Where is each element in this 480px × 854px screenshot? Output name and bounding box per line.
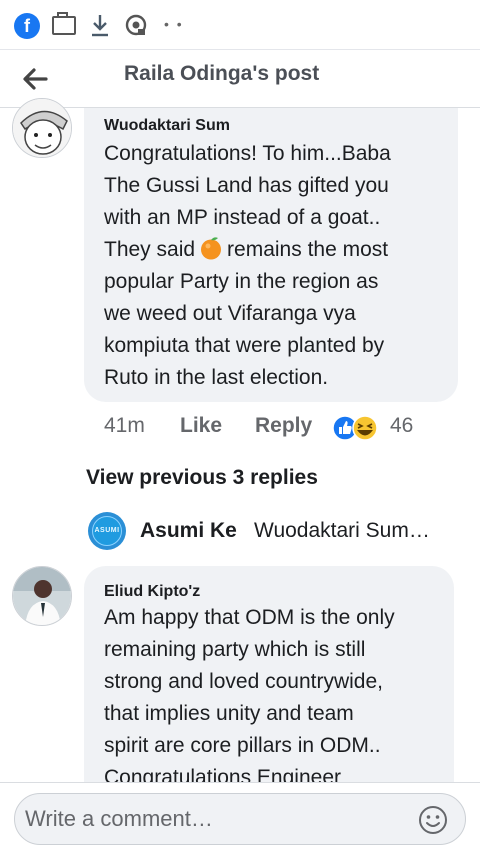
- reactions-summary[interactable]: [332, 415, 380, 441]
- reply-preview[interactable]: ASUMI Asumi Ke Wuodaktari Sum…: [88, 512, 468, 550]
- avatar[interactable]: [12, 98, 72, 158]
- emoji-picker-icon[interactable]: [417, 804, 449, 836]
- comment-text-fragment: remains the most: [227, 238, 389, 261]
- comment-composer: [14, 793, 466, 845]
- comment-text-line: They said remains the most: [104, 234, 388, 266]
- avatar-logo-text: ASUMI: [92, 516, 122, 546]
- comment-text-line: The Gussi Land has gifted you: [104, 174, 389, 197]
- comment-text-line: popular Party in the region as: [104, 270, 379, 293]
- cartoon-avatar-image: [13, 99, 71, 157]
- reply-snippet[interactable]: Wuodaktari Sum…: [254, 519, 430, 543]
- comment-text-line: Ruto in the last election.: [104, 366, 329, 389]
- avatar[interactable]: [12, 566, 72, 626]
- reply-author[interactable]: Asumi Ke: [140, 519, 237, 543]
- view-previous-replies-link[interactable]: View previous 3 replies: [86, 466, 318, 490]
- comment-text: Am happy that ODM is the only remaining …: [104, 606, 395, 789]
- comment-text-fragment: They said: [104, 238, 196, 261]
- page-title: Raila Odinga's post: [124, 62, 320, 85]
- profile-photo-image: [13, 567, 71, 625]
- comment-bubble: Eliud Kipto'z Am happy that ODM is the o…: [84, 566, 454, 806]
- haha-reaction-icon: [352, 415, 378, 441]
- comment-text-line: kompiuta that were planted by: [104, 334, 385, 357]
- facebook-icon: f: [14, 13, 40, 39]
- comment-author[interactable]: Eliud Kipto'z: [104, 582, 200, 602]
- messages-icon: [52, 12, 76, 35]
- comment-text-line: Congratulations! To him...Baba: [104, 142, 391, 165]
- comment-bubble: Wuodaktari Sum Congratulations! To him..…: [84, 108, 458, 402]
- comment-composer-bar: [0, 782, 480, 854]
- comment-timestamp[interactable]: 41m: [104, 414, 145, 438]
- back-arrow-icon[interactable]: [20, 64, 50, 94]
- comment-text-line: with an MP instead of a goat..: [104, 206, 381, 229]
- more-dots-icon: • •: [164, 16, 184, 32]
- reaction-count[interactable]: 46: [390, 414, 413, 438]
- reply-button[interactable]: Reply: [255, 414, 312, 438]
- comment-input[interactable]: [25, 806, 405, 832]
- comment-text-line: we weed out Vifaranga vya: [104, 302, 356, 325]
- post-header: Raila Odinga's post: [0, 50, 480, 108]
- download-icon: [92, 15, 108, 37]
- avatar[interactable]: ASUMI: [88, 512, 126, 550]
- podcast-icon: [125, 14, 147, 36]
- orange-emoji-icon: [201, 237, 222, 260]
- status-bar: f • •: [0, 0, 480, 50]
- comment-author[interactable]: Wuodaktari Sum: [104, 116, 230, 136]
- like-button[interactable]: Like: [180, 414, 222, 438]
